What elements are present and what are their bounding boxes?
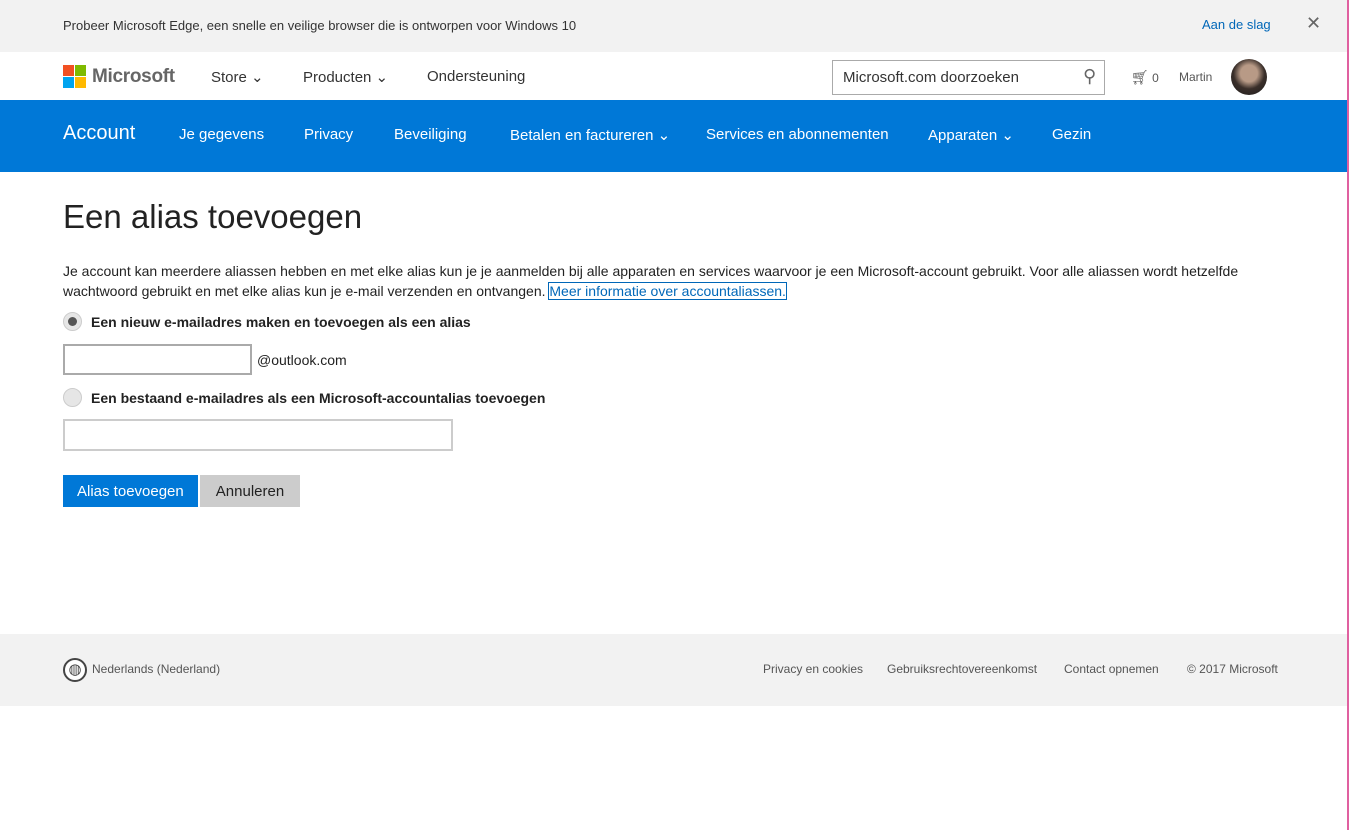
cart-icon: 🛒︎ bbox=[1131, 69, 1149, 85]
user-name[interactable]: Martin bbox=[1179, 70, 1212, 84]
page-title: Een alias toevoegen bbox=[63, 198, 363, 235]
nav-services-subscriptions[interactable]: Services en abonnementen bbox=[706, 126, 889, 143]
radio-new-email[interactable] bbox=[63, 312, 82, 331]
learn-more-link[interactable]: Meer informatie over accountaliassen. bbox=[548, 282, 787, 300]
copyright: © 2017 Microsoft bbox=[1187, 662, 1278, 676]
footer: ◍ Nederlands (Nederland) Privacy en cook… bbox=[0, 634, 1347, 706]
brand-name: Microsoft bbox=[92, 65, 175, 87]
close-icon[interactable]: ✕ bbox=[1306, 13, 1321, 34]
option-new-email[interactable]: Een nieuw e-mailadres maken en toevoegen… bbox=[63, 312, 471, 331]
avatar[interactable] bbox=[1231, 59, 1267, 95]
windows-logo-icon bbox=[63, 65, 86, 88]
nav-devices[interactable]: Apparaten ⌄ bbox=[928, 126, 1014, 144]
globe-icon: ◍ bbox=[63, 658, 87, 682]
nav-support[interactable]: Ondersteuning bbox=[427, 68, 525, 85]
option-existing-label: Een bestaand e-mailadres als een Microso… bbox=[91, 389, 546, 406]
nav-products[interactable]: Producten ⌄ bbox=[303, 68, 388, 86]
banner-text: Probeer Microsoft Edge, een snelle en ve… bbox=[63, 18, 577, 33]
domain-suffix: @outlook.com bbox=[257, 352, 347, 368]
cart-count: 0 bbox=[1152, 71, 1159, 85]
description: Je account kan meerdere aliassen hebben … bbox=[63, 261, 1263, 301]
option-new-label: Een nieuw e-mailadres maken en toevoegen… bbox=[91, 313, 471, 330]
search-icon[interactable]: ⚲ bbox=[1083, 66, 1096, 87]
search-placeholder: Microsoft.com doorzoeken bbox=[843, 69, 1019, 86]
nav-payment-billing[interactable]: Betalen en factureren ⌄ bbox=[510, 126, 670, 144]
radio-existing-email[interactable] bbox=[63, 388, 82, 407]
account-nav: Account Je gegevens Privacy Beveiliging … bbox=[0, 100, 1347, 172]
footer-terms-link[interactable]: Gebruiksrechtovereenkomst bbox=[887, 662, 1037, 676]
microsoft-logo[interactable]: Microsoft bbox=[63, 65, 175, 88]
cart-button[interactable]: 🛒︎ 0 bbox=[1131, 69, 1159, 86]
alias-name-input[interactable] bbox=[63, 344, 252, 375]
option-existing-email[interactable]: Een bestaand e-mailadres als een Microso… bbox=[63, 388, 545, 407]
account-title[interactable]: Account bbox=[63, 122, 135, 145]
footer-contact-link[interactable]: Contact opnemen bbox=[1064, 662, 1159, 676]
add-alias-button[interactable]: Alias toevoegen bbox=[63, 475, 198, 507]
nav-security[interactable]: Beveiliging bbox=[394, 126, 467, 143]
nav-privacy[interactable]: Privacy bbox=[304, 126, 353, 143]
edge-promo-banner: Probeer Microsoft Edge, een snelle en ve… bbox=[0, 0, 1347, 52]
footer-privacy-link[interactable]: Privacy en cookies bbox=[763, 662, 863, 676]
language-selector[interactable]: Nederlands (Nederland) bbox=[92, 662, 220, 676]
nav-your-info[interactable]: Je gegevens bbox=[179, 126, 264, 143]
cancel-button[interactable]: Annuleren bbox=[200, 475, 300, 507]
search-input[interactable]: Microsoft.com doorzoeken ⚲ bbox=[832, 60, 1105, 95]
nav-family[interactable]: Gezin bbox=[1052, 126, 1091, 143]
existing-email-input[interactable] bbox=[63, 419, 453, 451]
nav-store[interactable]: Store ⌄ bbox=[211, 68, 264, 86]
site-header: Microsoft Store ⌄ Producten ⌄ Ondersteun… bbox=[0, 52, 1347, 100]
get-started-link[interactable]: Aan de slag bbox=[1202, 17, 1271, 32]
